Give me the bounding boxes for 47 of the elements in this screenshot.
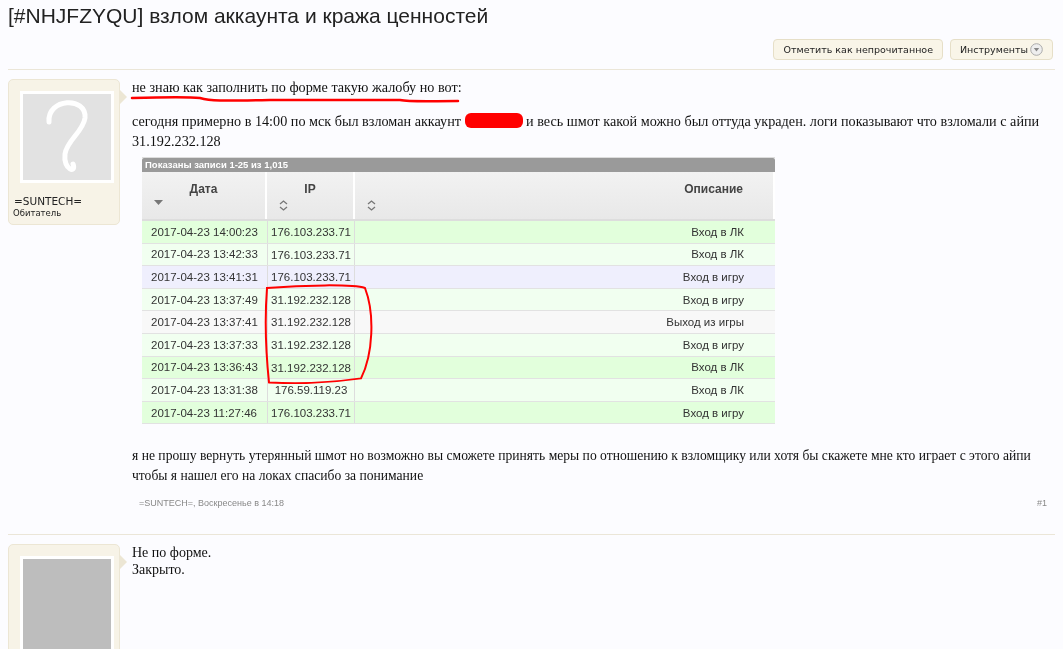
message-text: Закрыто.: [132, 561, 186, 579]
table-cell-text: 2017-04-23 13:36:43: [150, 361, 259, 374]
table-cell-text: 2017-04-23 14:00:23: [150, 225, 259, 238]
user-rank: Обитатель: [12, 207, 63, 218]
table-cell: 176.103.233.71: [267, 221, 355, 243]
message-text: не знаю как заполнить по форме такую жалобу но вот:: [132, 79, 462, 96]
table-cell-text: Вход в игру: [681, 338, 745, 351]
table-cell: 176.59.119.23: [267, 379, 355, 401]
table-cell: 176.103.233.71: [267, 266, 355, 288]
table-cell-text: 2017-04-23 13:42:33: [150, 248, 259, 261]
username[interactable]: =SUNTECH=: [9, 183, 119, 207]
thread-title: [#NHJFZYQU] взлом аккаунта и кража ценностей: [8, 3, 490, 28]
table-cell-text: Вход в игру: [681, 406, 745, 419]
table-cell: 31.192.232.128: [267, 288, 355, 311]
table-cell-text: 2017-04-23 13:37:49: [150, 293, 259, 306]
table-cell: 31.192.232.128: [267, 356, 355, 379]
mark-unread-button[interactable]: Отметить как непрочитанное: [773, 39, 943, 60]
sort-descending-icon[interactable]: [154, 200, 163, 206]
message-text: Не по форме.: [132, 544, 213, 562]
table-cell: 176.103.233.71: [267, 401, 355, 424]
table-cell-text: 2017-04-23 11:27:46: [150, 406, 258, 419]
table-caption: Показаны записи 1-25 из 1,015: [142, 158, 775, 172]
column-header[interactable]: IP: [304, 182, 316, 196]
table-cell-text: Вход в ЛК: [690, 383, 745, 396]
table-cell: 176.103.233.71: [267, 243, 355, 266]
table-cell-text: Вход в ЛК: [690, 248, 745, 261]
table-cell: 31.192.232.128: [267, 333, 355, 356]
table-cell-text: Вход в игру: [681, 271, 745, 283]
table-cell-text: Вход в ЛК: [690, 361, 745, 374]
post-meta[interactable]: =SUNTECH=, Воскресенье в 14:18: [139, 498, 284, 509]
table-cell: 31.192.232.128: [267, 311, 355, 333]
message-text: сегодня примерно в 14:00 по мск был взломан аккаунт и весь шмот какой можно был оттуда украден. логи показывают что взломали с айпи 31.192.232.128: [132, 112, 1041, 151]
table-cell-text: 2017-04-23 13:37:33: [150, 338, 259, 351]
sort-icon[interactable]: [367, 200, 376, 211]
column-header[interactable]: Дата: [189, 182, 218, 196]
table-cell-text: 2017-04-23 13:37:41: [150, 316, 259, 329]
sort-icon[interactable]: [279, 200, 288, 211]
message-text: я не прошу вернуть утерянный шмот но возможно вы сможете принять меры по отношению к взломщику или хотя бы скажете мне кто играет с этого айпи чтобы я нашел его на локах спасибо за понимание: [132, 447, 1032, 486]
table-cell-text: 2017-04-23 13:31:38: [150, 383, 259, 396]
caret-icon: [1030, 43, 1043, 56]
post-number-link[interactable]: #1: [1037, 498, 1047, 509]
table-cell-text: 2017-04-23 13:41:31: [150, 271, 259, 283]
tools-menu-button[interactable]: Инструменты: [950, 39, 1053, 60]
table-cell-text: Вход в игру: [681, 293, 745, 306]
table-cell-text: Выход из игры: [665, 316, 745, 329]
column-header[interactable]: Описание: [684, 182, 743, 196]
table-cell-text: Вход в ЛК: [690, 225, 745, 238]
